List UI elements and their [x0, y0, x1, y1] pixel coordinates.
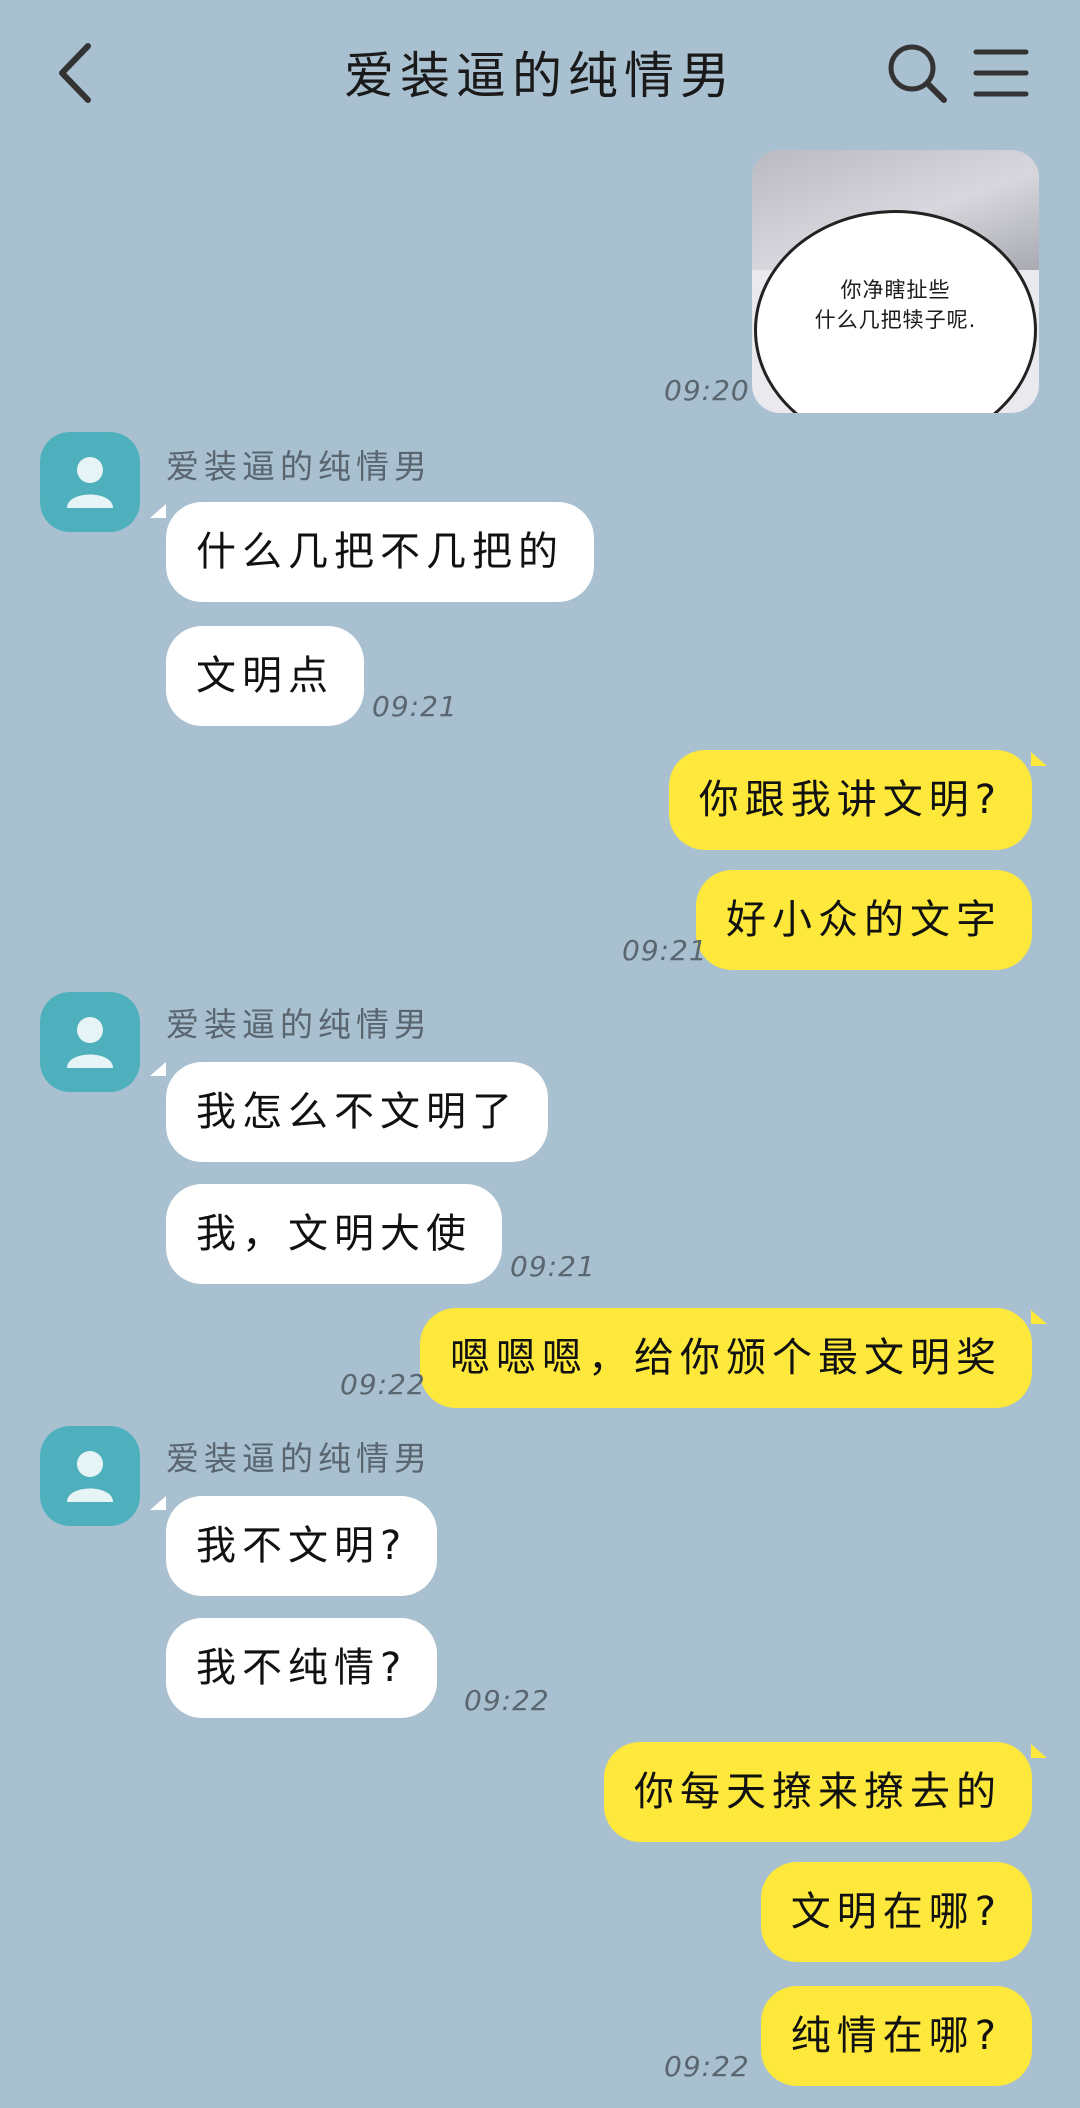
chat-header: 爱装逼的纯情男 — [0, 0, 1080, 150]
message-time: 09:21 — [372, 690, 458, 723]
message-bubble[interactable]: 我不纯情? — [166, 1618, 438, 1718]
message-bubble[interactable]: 我怎么不文明了 — [166, 1062, 548, 1162]
message-time: 09:21 — [622, 934, 708, 967]
message-bubble[interactable]: 我不文明? — [166, 1496, 438, 1596]
message-bubble[interactable]: 文明点 — [166, 626, 364, 726]
avatar[interactable] — [40, 992, 140, 1092]
message-time: 09:22 — [664, 2050, 750, 2083]
user-icon — [67, 1451, 113, 1502]
message-bubble[interactable]: 纯情在哪? — [760, 1986, 1032, 2086]
search-button[interactable] — [884, 40, 950, 106]
avatar[interactable] — [40, 1426, 140, 1526]
message-bubble[interactable]: 我，文明大使 — [166, 1184, 502, 1284]
user-icon — [67, 457, 113, 508]
image-text-line-1: 你净瞎扯些 — [840, 278, 951, 302]
message-bubble[interactable]: 文明在哪? — [760, 1862, 1032, 1962]
sender-name: 爱装逼的纯情男 — [166, 447, 432, 486]
message-time: 09:21 — [510, 1250, 596, 1283]
message-time: 09:22 — [340, 1368, 426, 1401]
bubble-tail — [1031, 752, 1047, 766]
bubble-tail — [150, 1062, 166, 1076]
avatar[interactable] — [40, 432, 140, 532]
menu-button[interactable] — [972, 44, 1030, 102]
message-bubble[interactable]: 什么几把不几把的 — [166, 502, 594, 602]
message-bubble[interactable]: 你每天撩来撩去的 — [604, 1742, 1032, 1842]
bubble-tail — [1031, 1310, 1047, 1324]
message-bubble[interactable]: 你跟我讲文明? — [668, 750, 1032, 850]
message-time: 09:20 — [664, 374, 750, 407]
search-icon — [888, 44, 947, 103]
message-time: 09:22 — [464, 1684, 550, 1717]
image-message[interactable]: 你净瞎扯些 什么几把犊子呢. — [752, 150, 1039, 413]
bubble-tail — [150, 504, 166, 518]
message-bubble[interactable]: 好小众的文字 — [696, 870, 1032, 970]
sender-name: 爱装逼的纯情男 — [166, 1439, 432, 1478]
message-bubble[interactable]: 嗯嗯嗯，给你颁个最文明奖 — [420, 1308, 1032, 1408]
user-icon — [67, 1017, 113, 1068]
bubble-tail — [150, 1496, 166, 1510]
menu-icon — [973, 49, 1029, 97]
image-text-line-2: 什么几把犊子呢. — [814, 308, 977, 332]
bubble-tail — [1031, 1744, 1047, 1758]
sender-name: 爱装逼的纯情男 — [166, 1005, 432, 1044]
